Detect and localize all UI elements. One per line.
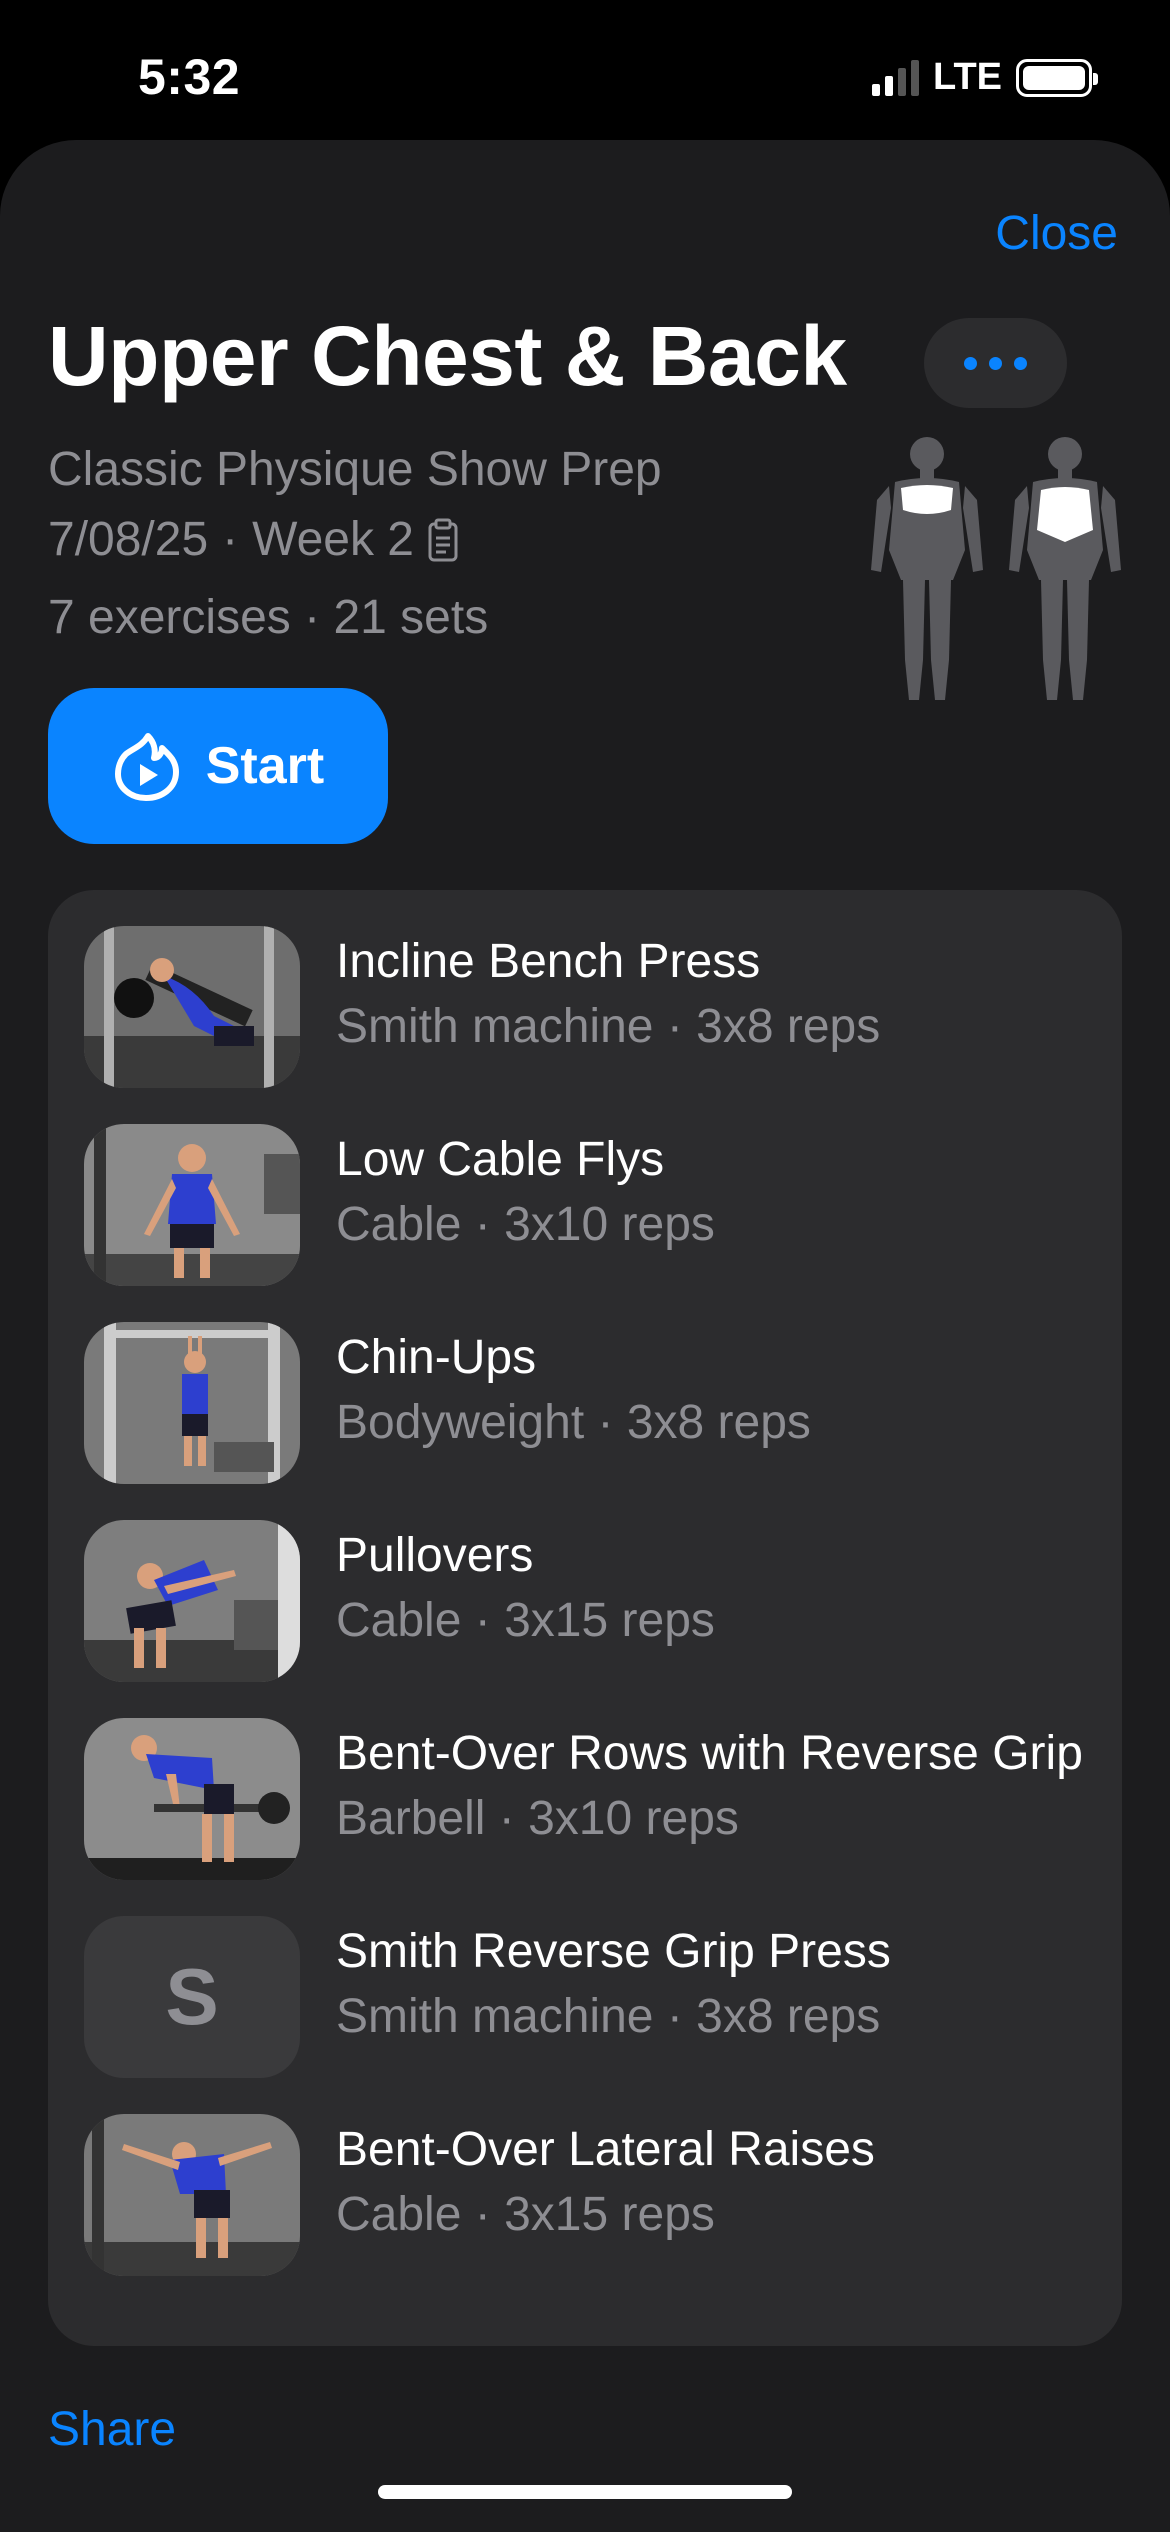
workout-sheet: Close Upper Chest & Back Classic Physiqu… <box>0 140 1170 2532</box>
workout-date: 7/08/25 <box>48 513 209 566</box>
exercise-thumbnail <box>84 2114 300 2276</box>
workout-date-row: 7/08/25 · Week 2 <box>48 512 458 567</box>
share-button[interactable]: Share <box>48 2402 176 2457</box>
body-back <box>1009 437 1121 700</box>
exercise-row-bent-over-rows-reverse-grip[interactable]: Bent-Over Rows with Reverse Grip Barbell… <box>48 1718 1122 1880</box>
exercise-detail: Smith machine · 3x8 reps <box>336 1990 881 2043</box>
program-name: Classic Physique Show Prep <box>48 443 662 496</box>
exercise-detail: Cable · 3x15 reps <box>336 1594 715 1647</box>
exercise-detail: Barbell · 3x10 reps <box>336 1792 739 1845</box>
exercise-thumbnail <box>84 1322 300 1484</box>
status-indicators: LTE <box>872 56 1098 99</box>
exercise-detail: Cable · 3x15 reps <box>336 2188 715 2241</box>
exercise-row-pullovers[interactable]: Pullovers Cable · 3x15 reps <box>48 1520 1122 1682</box>
exercise-thumbnail <box>84 1718 300 1880</box>
network-type: LTE <box>933 56 1002 98</box>
ellipsis-icon <box>964 356 977 370</box>
placeholder-letter: S <box>165 1952 219 2041</box>
exercise-name: Bent-Over Lateral Raises <box>336 2123 875 2176</box>
more-options-button[interactable] <box>924 318 1067 408</box>
set-count: 21 sets <box>333 591 489 644</box>
exercise-name: Chin-Ups <box>336 1331 537 1384</box>
workout-week: Week 2 <box>252 513 414 566</box>
exercise-detail: Bodyweight · 3x8 reps <box>336 1396 811 1449</box>
exercise-detail: Smith machine · 3x8 reps <box>336 1000 881 1053</box>
exercise-name: Smith Reverse Grip Press <box>336 1925 891 1978</box>
exercise-thumbnail-placeholder: S <box>84 1916 300 2078</box>
battery-icon <box>1016 58 1098 97</box>
status-bar: 5:32 LTE <box>0 0 1170 140</box>
exercise-row-incline-bench-press[interactable]: Incline Bench Press Smith machine · 3x8 … <box>48 926 1122 1088</box>
workout-title: Upper Chest & Back <box>48 309 847 403</box>
workout-summary: 7 exercises · 21 sets <box>48 591 489 644</box>
start-label: Start <box>205 737 325 795</box>
exercise-name: Incline Bench Press <box>336 935 761 988</box>
exercise-thumbnail <box>84 1124 300 1286</box>
close-button[interactable]: Close <box>995 206 1118 261</box>
exercise-name: Bent-Over Rows with Reverse Grip <box>336 1727 1083 1780</box>
exercise-row-chin-ups[interactable]: Chin-Ups Bodyweight · 3x8 reps <box>48 1322 1122 1484</box>
body-front <box>871 437 983 700</box>
exercise-count: 7 exercises <box>48 591 291 644</box>
muscle-map-icon <box>871 437 1121 700</box>
exercise-thumbnail <box>84 926 300 1088</box>
exercise-thumbnail <box>84 1520 300 1682</box>
exercise-row-smith-reverse-grip-press[interactable]: S Smith Reverse Grip Press Smith machine… <box>48 1916 1122 2078</box>
exercise-list: Incline Bench Press Smith machine · 3x8 … <box>48 890 1122 2346</box>
clipboard-icon[interactable] <box>428 518 458 562</box>
play-flame-icon <box>114 733 179 801</box>
exercise-detail: Cable · 3x10 reps <box>336 1198 715 1251</box>
exercise-name: Pullovers <box>336 1529 534 1582</box>
start-workout-button[interactable]: Start <box>48 688 388 844</box>
home-indicator[interactable] <box>378 2485 792 2499</box>
upper-chest-highlight <box>901 485 953 514</box>
separator: · <box>222 513 239 566</box>
status-time: 5:32 <box>138 49 241 105</box>
exercise-row-low-cable-flys[interactable]: Low Cable Flys Cable · 3x10 reps <box>48 1124 1122 1286</box>
exercise-name: Low Cable Flys <box>336 1133 665 1186</box>
cellular-signal-icon <box>872 59 920 96</box>
exercise-row-bent-over-lateral-raises[interactable]: Bent-Over Lateral Raises Cable · 3x15 re… <box>48 2114 1122 2276</box>
